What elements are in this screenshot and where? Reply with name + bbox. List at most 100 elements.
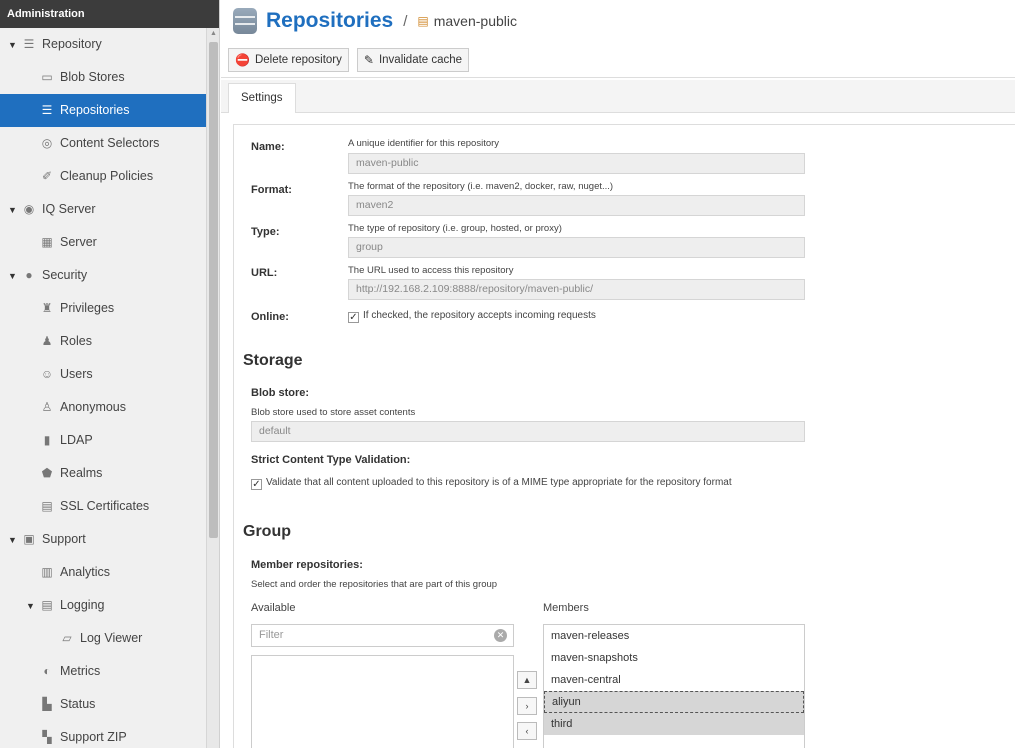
sidebar-item-label: IQ Server — [42, 202, 96, 216]
sidebar-item-server[interactable]: ▦ Server — [0, 226, 206, 259]
sidebar-item-users[interactable]: ☺ Users — [0, 358, 206, 391]
sidebar-item-privileges[interactable]: ♜ Privileges — [0, 292, 206, 325]
server-icon: ▦ — [41, 235, 53, 249]
sidebar-item-label: Analytics — [60, 565, 111, 579]
sidebar-item-label: Anonymous — [60, 400, 127, 414]
support-icon: ▣ — [23, 532, 35, 546]
type-field[interactable]: group — [348, 237, 805, 258]
sidebar-item-label: Realms — [60, 466, 103, 480]
scroll-up-arrow-icon[interactable]: ▲ — [210, 30, 217, 37]
page-title[interactable]: Repositories — [266, 9, 393, 33]
sidebar-item-ssl-certificates[interactable]: ▤ SSL Certificates — [0, 490, 206, 523]
expand-arrow-icon[interactable]: ▼ — [8, 524, 20, 557]
metrics-icon: ◐ — [43, 664, 51, 678]
security-icon: ● — [25, 268, 33, 282]
medal-icon: ♜ — [41, 301, 53, 315]
format-field[interactable]: maven2 — [348, 195, 805, 216]
sidebar-item-cleanup-policies[interactable]: ✐ Cleanup Policies — [0, 160, 206, 193]
sidebar-scrollbar[interactable]: ▲ — [206, 28, 219, 748]
move-up-button[interactable]: ▲ — [517, 671, 537, 689]
filter-input[interactable]: Filter ✕ — [251, 624, 514, 647]
clear-filter-icon[interactable]: ✕ — [494, 629, 507, 642]
add-member-button[interactable]: › — [517, 697, 537, 715]
type-label: Type: — [251, 226, 280, 238]
expand-arrow-icon[interactable]: ▼ — [26, 590, 38, 623]
delete-icon: ⛔ — [235, 53, 250, 67]
expand-arrow-icon[interactable]: ▼ — [8, 260, 20, 293]
filter-placeholder: Filter — [259, 629, 284, 641]
online-checkbox[interactable]: ✓ — [348, 312, 359, 323]
name-field[interactable]: maven-public — [348, 153, 805, 174]
chevron-left-icon: ‹ — [525, 726, 529, 736]
sidebar-item-label: SSL Certificates — [60, 499, 150, 513]
eraser-icon: ✎ — [363, 53, 374, 67]
sidebar-item-label: Blob Stores — [60, 70, 125, 84]
strict-validation-checkbox[interactable]: ✓ — [251, 479, 262, 490]
certificate-icon: ▤ — [41, 499, 53, 513]
available-header: Available — [251, 602, 296, 614]
toolbar: ⛔ Delete repository ✎ Invalidate cache — [228, 48, 470, 72]
members-header: Members — [543, 602, 589, 614]
online-option: ✓ If checked, the repository accepts inco… — [348, 310, 596, 323]
sidebar-item-metrics[interactable]: ◐ Metrics — [0, 655, 206, 688]
sidebar-item-logging[interactable]: ▼ ▤ Logging — [0, 589, 206, 622]
chevron-up-icon: ▲ — [522, 675, 532, 685]
sidebar-header: Administration — [0, 0, 219, 28]
sidebar-item-ldap[interactable]: ▮ LDAP — [0, 424, 206, 457]
sidebar-item-content-selectors[interactable]: ◎ Content Selectors — [0, 127, 206, 160]
nav-list: ▼ ☰ Repository ▭ Blob Stores ☰ Repositories ◎ Co… — [0, 28, 219, 748]
chevron-right-icon: › — [525, 701, 529, 711]
delete-repository-label: Delete repository — [254, 54, 342, 66]
sidebar-item-label: Repositories — [60, 103, 130, 117]
selector-icon: ◎ — [41, 136, 53, 150]
shield-icon: ⬟ — [41, 466, 53, 480]
sidebar-item-status[interactable]: ▙ Status — [0, 688, 206, 721]
sidebar-item-label: Users — [60, 367, 93, 381]
url-field[interactable]: http://192.168.2.109:8888/repository/mav… — [348, 279, 805, 300]
sidebar-item-blob-stores[interactable]: ▭ Blob Stores — [0, 61, 206, 94]
expand-arrow-icon[interactable]: ▼ — [8, 194, 20, 227]
available-list[interactable] — [251, 655, 514, 748]
sidebar-item-repositories[interactable]: ☰ Repositories — [0, 94, 206, 127]
invalidate-cache-button[interactable]: ✎ Invalidate cache — [356, 48, 470, 72]
online-label: Online: — [251, 311, 289, 323]
breadcrumb-separator: / — [403, 12, 408, 30]
sidebar-item-label: Cleanup Policies — [60, 169, 154, 183]
tab-settings[interactable]: Settings — [228, 83, 296, 113]
sidebar-item-iq-server[interactable]: ▼ ◉ IQ Server — [0, 193, 206, 226]
blob-store-icon: ▭ — [41, 70, 53, 84]
member-item[interactable]: aliyun — [544, 691, 804, 713]
sidebar-item-label: Status — [60, 697, 96, 711]
analytics-icon: ▥ — [41, 565, 53, 579]
sidebar-item-roles[interactable]: ♟ Roles — [0, 325, 206, 358]
expand-arrow-icon[interactable]: ▼ — [8, 29, 20, 62]
member-item[interactable]: maven-snapshots — [544, 647, 804, 669]
blob-store-field[interactable]: default — [251, 421, 805, 442]
sidebar-item-label: Log Viewer — [80, 631, 143, 645]
sidebar-item-analytics[interactable]: ▥ Analytics — [0, 556, 206, 589]
zip-icon: ▚ — [42, 730, 52, 744]
sidebar-item-anonymous[interactable]: ♙ Anonymous — [0, 391, 206, 424]
type-help: The type of repository (i.e. group, host… — [348, 223, 562, 234]
sidebar-item-support-zip[interactable]: ▚ Support ZIP — [0, 721, 206, 748]
main-panel: Repositories / ▤ maven-public ⛔ Delete r… — [221, 0, 1015, 748]
users-icon: ☺ — [40, 367, 54, 381]
blob-store-label: Blob store: — [251, 387, 310, 399]
format-help: The format of the repository (i.e. maven… — [348, 181, 614, 192]
sidebar-item-log-viewer[interactable]: ▱ Log Viewer — [0, 622, 206, 655]
strict-validation-option: ✓ Validate that all content uploaded to t… — [251, 477, 732, 490]
member-item[interactable]: maven-releases — [544, 625, 804, 647]
sidebar-scroll-thumb[interactable] — [209, 42, 218, 538]
sidebar-item-repository[interactable]: ▼ ☰ Repository — [0, 28, 206, 61]
blob-store-help: Blob store used to store asset contents — [251, 407, 416, 418]
sidebar-item-support[interactable]: ▼ ▣ Support — [0, 523, 206, 556]
members-list[interactable]: maven-releases maven-snapshots maven-centr… — [543, 624, 805, 748]
member-item[interactable]: maven-central — [544, 669, 804, 691]
sidebar-item-security[interactable]: ▼ ● Security — [0, 259, 206, 292]
ldap-book-icon: ▮ — [43, 433, 51, 447]
member-item[interactable]: third — [544, 713, 804, 735]
group-section-title: Group — [243, 523, 291, 540]
remove-member-button[interactable]: ‹ — [517, 722, 537, 740]
delete-repository-button[interactable]: ⛔ Delete repository — [228, 48, 349, 72]
sidebar-item-realms[interactable]: ⬟ Realms — [0, 457, 206, 490]
